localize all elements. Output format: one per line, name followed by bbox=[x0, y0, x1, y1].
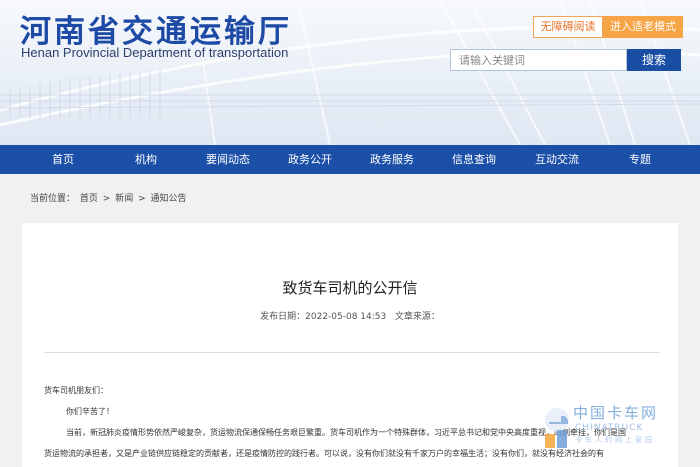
nav-item-gov-services[interactable]: 政务服务 bbox=[357, 145, 427, 174]
article-title: 致货车司机的公开信 bbox=[282, 279, 418, 297]
watermark-cn: 中国卡车网 bbox=[573, 404, 659, 422]
nav-item-organization[interactable]: 机构 bbox=[111, 145, 181, 174]
publish-date: 2022-05-08 14:53 bbox=[305, 312, 387, 322]
elder-mode-button[interactable]: 进入适老模式 bbox=[603, 16, 683, 38]
divider bbox=[44, 352, 660, 353]
search-button[interactable]: 搜索 bbox=[627, 49, 681, 71]
breadcrumb-separator: > bbox=[102, 194, 111, 204]
publish-date-label: 发布日期： bbox=[260, 312, 306, 322]
site-header: 河南省交通运输厅 Henan Provincial Department of … bbox=[0, 0, 700, 145]
article-meta: 发布日期：2022-05-08 14:53 文章来源： bbox=[22, 309, 678, 322]
breadcrumb-item-news[interactable]: 新闻 bbox=[115, 194, 133, 204]
breadcrumb-prefix: 当前位置： bbox=[30, 194, 76, 204]
breadcrumb: 当前位置： 首页 > 新闻 > 通知公告 bbox=[22, 190, 678, 208]
nav-item-interaction[interactable]: 互动交流 bbox=[522, 145, 592, 174]
source-label: 文章来源： bbox=[394, 312, 440, 322]
breadcrumb-item-notices[interactable]: 通知公告 bbox=[151, 194, 187, 204]
site-subtitle: Henan Provincial Department of transport… bbox=[21, 45, 289, 60]
search-input[interactable] bbox=[450, 49, 627, 71]
nav-item-news[interactable]: 要闻动态 bbox=[193, 145, 263, 174]
nav-item-gov-affairs[interactable]: 政务公开 bbox=[275, 145, 345, 174]
watermark-sub: 卡车人的网上家园 bbox=[575, 436, 655, 444]
article-paragraph: 货车司机朋友们： bbox=[44, 386, 108, 395]
accessibility-reading-button[interactable]: 无障碍阅读 bbox=[533, 16, 603, 38]
nav-item-topics[interactable]: 专题 bbox=[605, 145, 675, 174]
breadcrumb-item-home[interactable]: 首页 bbox=[80, 194, 98, 204]
nav-item-info-query[interactable]: 信息查询 bbox=[439, 145, 509, 174]
breadcrumb-separator: > bbox=[138, 194, 146, 204]
main-nav: 首页 机构 要闻动态 政务公开 政务服务 信息查询 互动交流 专题 bbox=[0, 145, 700, 174]
nav-item-home[interactable]: 首页 bbox=[28, 145, 98, 174]
watermark-en: CHINATRUCK bbox=[575, 423, 644, 433]
